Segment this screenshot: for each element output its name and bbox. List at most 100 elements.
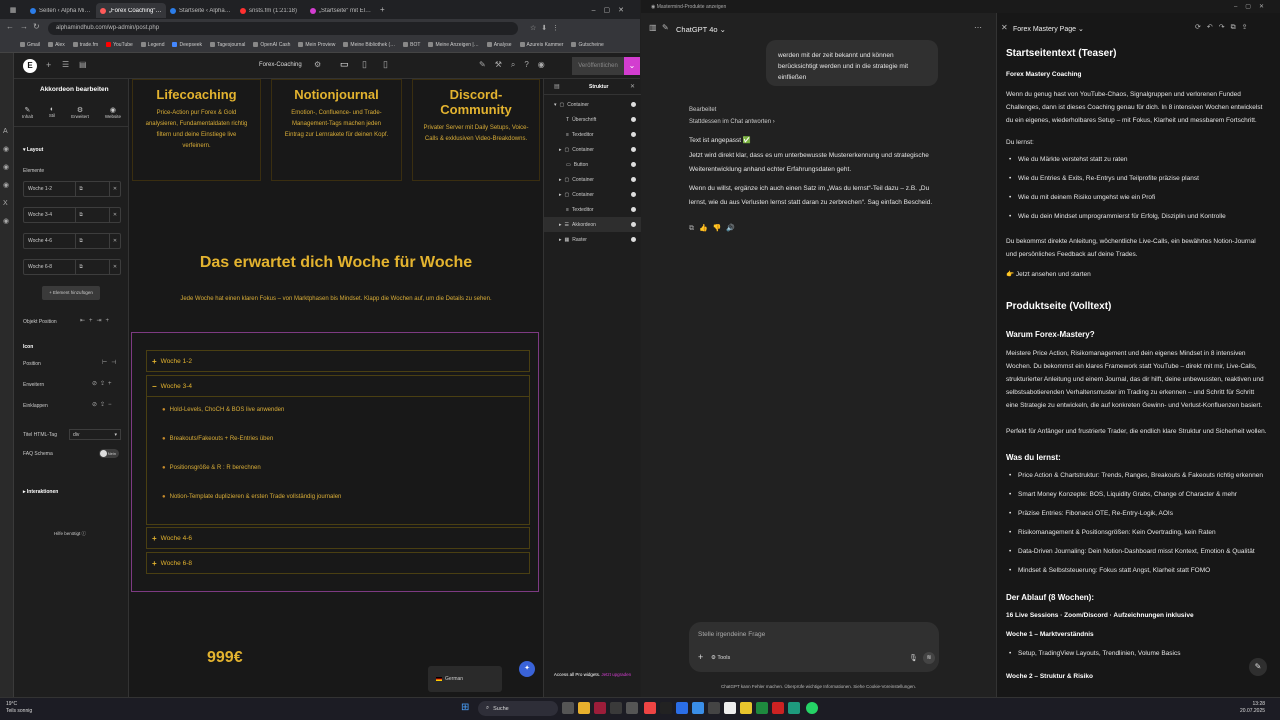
voice-mode-icon[interactable]: ≋ [923,652,935,664]
add-item-button[interactable]: + Element hinzufügen [42,286,100,300]
task-view-icon[interactable] [562,702,574,714]
bookmark[interactable]: BOT [403,42,420,48]
page-selector[interactable]: Forex-Coaching [259,62,302,68]
url-field[interactable]: alphamindhub.com/wp-admin/post.php [48,21,518,35]
new-chat-icon[interactable]: ✎ [662,23,669,32]
eye-icon[interactable] [631,132,636,137]
settings-icon[interactable]: ☰ [62,60,69,69]
eye-icon[interactable] [631,237,636,242]
prompt-box[interactable]: Stelle irgendeine Frage + ⚙ Tools 🎙 ≋ [689,622,939,672]
app-icon[interactable] [772,702,784,714]
bookmark[interactable]: Meine Bibliothek (… [343,42,395,48]
eye-icon[interactable] [631,222,636,227]
file-explorer-icon[interactable] [578,702,590,714]
section-subheading[interactable]: Jede Woche hat einen klaren Fokus – von … [129,296,543,302]
eye-icon[interactable] [631,192,636,197]
reload-icon[interactable]: ↻ [33,22,40,31]
app-icon[interactable] [660,702,672,714]
copy-icon[interactable]: ⧉ [75,234,86,248]
microphone-icon[interactable]: 🎙 [909,654,918,662]
layout-section-toggle[interactable]: ▾ Layout [23,147,43,153]
repeater-item[interactable]: Woche 6-8 ⧉ ✕ [23,259,121,275]
close-icon[interactable]: ✕ [630,83,635,90]
extension-icons[interactable]: ☆⬇⋮ [530,24,564,32]
edit-suggestions-icon[interactable]: ✎ [1249,658,1267,676]
app-icon[interactable] [676,702,688,714]
windows-start-icon[interactable]: ⊞ [461,702,473,714]
mobile-icon[interactable]: ▯ [383,59,388,70]
prompt-input[interactable]: Stelle irgendeine Frage [698,631,765,638]
weather-widget[interactable]: 19°C Teils sonnig [6,701,32,715]
chatgpt-icon[interactable] [724,702,736,714]
structure-item[interactable]: ▸ ▢ Container [544,187,641,202]
document-title[interactable]: Forex Mastery Page ⌄ [1013,25,1084,33]
bookmark[interactable]: Alex [48,42,65,48]
app-icon[interactable] [610,702,622,714]
app-icon[interactable] [626,702,638,714]
assistant-icon[interactable]: ✦ [519,661,535,677]
window-controls[interactable]: –▢✕ [1234,3,1272,10]
back-icon[interactable]: ← [6,22,14,31]
structure-item[interactable]: ≡ Texteditor [544,127,641,142]
close-icon[interactable]: ✕ [1001,23,1008,32]
repeater-item[interactable]: Woche 1-2 ⧉ ✕ [23,181,121,197]
app-icon[interactable] [756,702,768,714]
eye-icon[interactable] [631,207,636,212]
browser-tab[interactable]: Startseite ‹ Alpha Mind H… [166,3,236,18]
bookmark[interactable]: trade.fm [72,42,98,48]
collapse-icon-picker[interactable]: ⊘⇪− [92,401,115,408]
repeater-item[interactable]: Woche 3-4 ⧉ ✕ [23,207,121,223]
copy-icon[interactable]: ⧉ [75,208,86,222]
toolbar-icons[interactable]: ✎⚒⌕?◉ [479,60,554,70]
browser-tab[interactable]: snsts.fm (1:21:18) [236,3,306,18]
reply-in-chat-link[interactable]: Stattdessen im Chat antworten › [689,115,775,129]
chevron-down-icon[interactable]: ⌄ [624,57,640,75]
close-icon[interactable]: ✕ [109,208,120,222]
expand-icon-picker[interactable]: ⊘⇪+ [92,380,115,387]
bookmark[interactable]: Mein Proview [298,42,335,48]
section-heading[interactable]: Das erwartet dich Woche für Woche [129,254,543,272]
sidebar-app-icons[interactable]: A ◉ ◉ ◉ X ◉ [3,123,9,231]
language-switcher[interactable]: German [428,666,502,692]
bookmark[interactable]: OpenAI Cash [253,42,290,48]
bookmark[interactable]: Tagesjournal [210,42,245,48]
structure-item[interactable]: ▸ ▢ Container [544,142,641,157]
more-icon[interactable]: ⋯ [974,23,982,32]
accordion-item-week-3-4[interactable]: − Woche 3-4 [146,375,530,397]
forward-icon[interactable]: → [20,22,28,31]
structure-icon[interactable]: ▤ [79,60,87,69]
accordion-item-week-4-6[interactable]: + Woche 4-6 [146,527,530,549]
app-icon[interactable] [644,702,656,714]
app-icon[interactable] [594,702,606,714]
whatsapp-icon[interactable] [806,702,818,714]
tab-content[interactable]: ✎ Inhalt [22,106,33,126]
bookmark[interactable]: Gutscheine [571,42,604,48]
add-element-icon[interactable]: + [46,60,51,70]
faq-schema-toggle[interactable]: Nein [99,449,119,458]
browser-tab[interactable]: Seiten ‹ Alpha Mind H… [26,3,96,18]
accordion-item-week-6-8[interactable]: + Woche 6-8 [146,552,530,574]
app-icon[interactable] [692,702,704,714]
copy-icon[interactable]: ⧉ [75,182,86,196]
browser-tab[interactable]: „Startseite“ mit Element… [306,3,376,18]
page-settings-icon[interactable]: ⚙ [314,60,321,69]
app-icon[interactable] [788,702,800,714]
new-tab-icon[interactable]: + [380,5,385,14]
eye-icon[interactable] [631,147,636,152]
price-text[interactable]: 999€ [207,649,243,667]
plus-icon[interactable]: + [698,652,703,662]
app-icon[interactable] [740,702,752,714]
help-link[interactable]: Hilfe benötigt ⓘ [54,531,86,537]
tab-website[interactable]: ◉ Website [105,106,121,126]
app-icon[interactable] [708,702,720,714]
structure-item[interactable]: ▸ ▢ Container [544,172,641,187]
bookmark[interactable]: Deepseek [172,42,202,48]
icon-position-buttons[interactable]: ⊢⊣ [102,359,120,366]
message-actions[interactable]: ⧉👍👎🔊 [689,224,740,233]
bookmark[interactable]: YouTube [106,42,133,48]
accordion-item-week-1-2[interactable]: + Woche 1-2 [146,350,530,372]
interactions-toggle[interactable]: ▸ Interaktionen [23,489,58,495]
tab-style[interactable]: ◐ Stil [49,106,55,126]
document-actions[interactable]: ⟳↶↷⧉⇪ [1195,23,1253,32]
bookmark[interactable]: Analyse [486,42,512,48]
